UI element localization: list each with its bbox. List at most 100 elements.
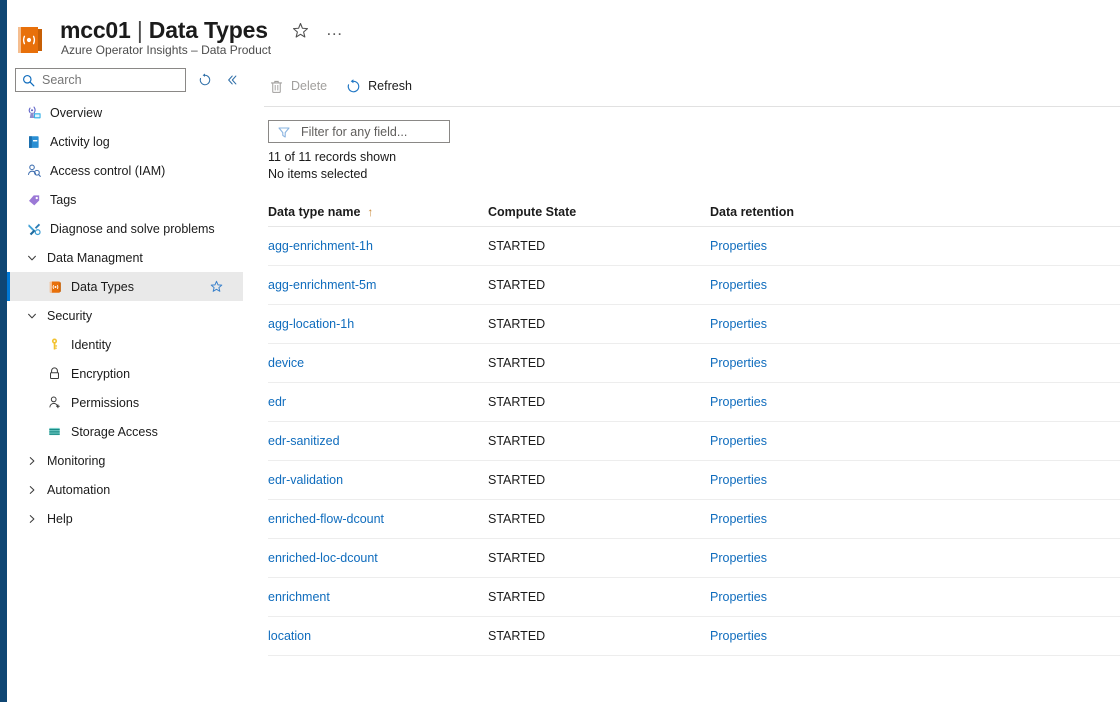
properties-link[interactable]: Properties <box>710 512 767 526</box>
sidebar-group-label: Monitoring <box>47 453 106 468</box>
search-input[interactable] <box>40 72 174 88</box>
properties-link[interactable]: Properties <box>710 590 767 604</box>
sidebar-group-monitoring[interactable]: Monitoring <box>7 446 243 475</box>
sort-ascending-icon: ↑ <box>367 205 374 219</box>
ellipsis-icon[interactable]: … <box>326 21 344 38</box>
refresh-icon[interactable] <box>194 69 216 91</box>
sidebar-item-access-control[interactable]: Access control (IAM) <box>7 156 243 185</box>
access-control-people-icon <box>25 162 42 179</box>
cell-compute-state: STARTED <box>488 278 546 292</box>
person-add-icon <box>46 394 63 411</box>
data-type-link[interactable]: device <box>268 356 304 370</box>
cell-compute-state: STARTED <box>488 317 546 331</box>
refresh-button[interactable]: Refresh <box>341 73 422 99</box>
data-type-link[interactable]: edr <box>268 395 286 409</box>
sidebar-item-permissions[interactable]: Permissions <box>7 388 243 417</box>
cell-data-retention: Properties <box>710 629 910 643</box>
column-header-compute-state[interactable]: Compute State <box>488 205 710 219</box>
data-type-link[interactable]: edr-validation <box>268 473 343 487</box>
table-row[interactable]: edr-validation STARTED Properties <box>268 461 1120 500</box>
tag-icon <box>25 191 42 208</box>
sidebar-item-diagnose[interactable]: Diagnose and solve problems <box>7 214 243 243</box>
sidebar-group-label: Security <box>47 308 93 323</box>
delete-button[interactable]: Delete <box>264 73 337 99</box>
sidebar-item-overview[interactable]: Overview <box>7 98 243 127</box>
properties-link[interactable]: Properties <box>710 356 767 370</box>
properties-link[interactable]: Properties <box>710 278 767 292</box>
sidebar-item-label: Activity log <box>50 134 110 149</box>
funnel-icon <box>277 125 291 139</box>
data-type-link[interactable]: agg-enrichment-5m <box>268 278 376 292</box>
sidebar-group-automation[interactable]: Automation <box>7 475 243 504</box>
filter-box[interactable] <box>268 120 450 143</box>
properties-link[interactable]: Properties <box>710 473 767 487</box>
column-header-data-retention[interactable]: Data retention <box>710 205 910 219</box>
properties-link[interactable]: Properties <box>710 239 767 253</box>
cell-data-type-name: edr-sanitized <box>268 434 488 448</box>
cell-data-retention: Properties <box>710 239 910 253</box>
table-row[interactable]: agg-enrichment-5m STARTED Properties <box>268 266 1120 305</box>
favorite-star-icon[interactable] <box>209 280 223 294</box>
sidebar-group-help[interactable]: Help <box>7 504 243 533</box>
cell-compute-state: STARTED <box>488 434 546 448</box>
filter-input[interactable] <box>299 123 443 140</box>
cell-data-type-name: enriched-flow-dcount <box>268 512 488 526</box>
sidebar-item-label: Access control (IAM) <box>50 163 166 178</box>
table-row[interactable]: location STARTED Properties <box>268 617 1120 656</box>
sidebar-item-storage-access[interactable]: Storage Access <box>7 417 243 446</box>
cell-data-type-name: location <box>268 629 488 643</box>
properties-link[interactable]: Properties <box>710 395 767 409</box>
sidebar-item-label: Overview <box>50 105 103 120</box>
activity-log-book-icon <box>25 133 42 150</box>
properties-link[interactable]: Properties <box>710 551 767 565</box>
sidebar-group-security[interactable]: Security <box>7 301 243 330</box>
cell-data-type-name: enriched-loc-dcount <box>268 551 488 565</box>
table-row[interactable]: enrichment STARTED Properties <box>268 578 1120 617</box>
sidebar-item-tags[interactable]: Tags <box>7 185 243 214</box>
table-row[interactable]: edr-sanitized STARTED Properties <box>268 422 1120 461</box>
page-subtitle: Azure Operator Insights – Data Product <box>61 43 272 57</box>
chevron-double-left-icon[interactable] <box>221 69 243 91</box>
table-row[interactable]: agg-location-1h STARTED Properties <box>268 305 1120 344</box>
data-type-link[interactable]: edr-sanitized <box>268 434 340 448</box>
properties-link[interactable]: Properties <box>710 629 767 643</box>
cell-data-retention: Properties <box>710 317 910 331</box>
data-type-link[interactable]: enriched-flow-dcount <box>268 512 384 526</box>
command-bar: Delete Refresh <box>264 72 426 100</box>
sidebar-group-data-management[interactable]: Data Managment <box>7 243 243 272</box>
cell-data-type-name: edr <box>268 395 488 409</box>
trash-icon <box>268 78 284 94</box>
table-row[interactable]: agg-enrichment-1h STARTED Properties <box>268 227 1120 266</box>
table-row[interactable]: edr STARTED Properties <box>268 383 1120 422</box>
azure-portal-page: mcc01 | Data Types … Azure Operator Insi… <box>0 0 1120 702</box>
selection-status-text: No items selected <box>268 167 368 181</box>
cell-compute-state: STARTED <box>488 551 546 565</box>
star-outline-icon[interactable] <box>292 21 310 39</box>
data-type-link[interactable]: enriched-loc-dcount <box>268 551 378 565</box>
properties-link[interactable]: Properties <box>710 434 767 448</box>
data-type-link[interactable]: location <box>268 629 311 643</box>
sidebar-item-label: Storage Access <box>71 424 158 439</box>
properties-link[interactable]: Properties <box>710 317 767 331</box>
sidebar-item-encryption[interactable]: Encryption <box>7 359 243 388</box>
cell-data-type-name: device <box>268 356 488 370</box>
table-row[interactable]: enriched-loc-dcount STARTED Properties <box>268 539 1120 578</box>
storage-icon <box>46 423 63 440</box>
data-type-link[interactable]: enrichment <box>268 590 330 604</box>
sidebar-item-identity[interactable]: Identity <box>7 330 243 359</box>
sidebar-item-data-types[interactable]: Data Types <box>7 272 243 301</box>
column-header-label: Compute State <box>488 205 577 219</box>
table-row[interactable]: device STARTED Properties <box>268 344 1120 383</box>
search-box[interactable] <box>15 68 187 92</box>
filter-area: 11 of 11 records shown No items selected <box>268 120 450 183</box>
cell-compute-state: STARTED <box>488 590 546 604</box>
cell-data-type-name: agg-enrichment-1h <box>268 239 488 253</box>
page-title-blade: Data Types <box>148 17 268 43</box>
data-type-link[interactable]: agg-enrichment-1h <box>268 239 373 253</box>
table-row[interactable]: enriched-flow-dcount STARTED Properties <box>268 500 1120 539</box>
data-type-link[interactable]: agg-location-1h <box>268 317 354 331</box>
column-header-data-type-name[interactable]: Data type name ↑ <box>268 205 488 219</box>
delete-button-label: Delete <box>291 79 328 93</box>
sidebar-item-activity-log[interactable]: Activity log <box>7 127 243 156</box>
cell-data-retention: Properties <box>710 395 910 409</box>
